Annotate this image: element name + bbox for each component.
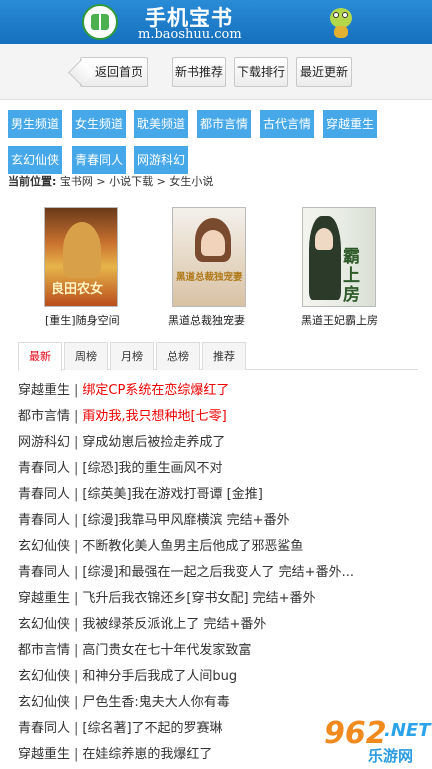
list-item-title[interactable]: [综漫]和最强在一起之后我变人了 完结+番外... [82,565,354,580]
list-item-separator: | [74,565,79,580]
tab-latest[interactable]: 最新 [18,342,62,371]
recent-updates-button[interactable]: 最近更新 [296,57,352,87]
list-item-title[interactable]: 高门贵女在七十年代发家致富 [82,643,251,658]
list-item[interactable]: 玄幻仙侠 | 不断教化美人鱼男主后他成了邪恶鲨鱼 [18,534,428,560]
ranking-tabs: 最新 周榜 月榜 总榜 推荐 [18,342,418,371]
breadcrumb: 当前位置: 宝书网 > 小说下载 > 女生小说 [8,173,213,189]
list-item-separator: | [74,695,79,710]
list-item[interactable]: 青春同人 | [综恐]我的重生画风不对 [18,456,428,482]
category-scifi[interactable]: 网游科幻 [134,146,188,174]
category-urban[interactable]: 都市言情 [197,110,251,138]
category-danmei[interactable]: 耽美频道 [134,110,188,138]
list-item-separator: | [74,461,79,476]
tab-monthly[interactable]: 月榜 [110,342,154,370]
list-item-separator: | [74,669,79,684]
list-item-separator: | [74,721,79,736]
book-title-2[interactable]: 黑道总裁独宠妻 [168,312,245,328]
new-books-button[interactable]: 新书推荐 [172,57,226,87]
tab-recommended[interactable]: 推荐 [202,342,246,370]
site-watermark-logo: 962 .NET 乐游网 [324,716,431,765]
book-cover-2[interactable]: 黑道总裁独宠妻 [172,207,246,307]
list-item-title[interactable]: [综英美]我在游戏打哥谭 [金推] [82,487,262,502]
list-item-category[interactable]: 玄幻仙侠 [18,669,70,684]
category-female[interactable]: 女生频道 [72,110,126,138]
list-item[interactable]: 青春同人 | [综漫]和最强在一起之后我变人了 完结+番外... [18,560,428,586]
list-item[interactable]: 网游科幻 | 穿成幼崽后被捡走养成了 [18,430,428,456]
list-item-category[interactable]: 玄幻仙侠 [18,617,70,632]
list-item-category[interactable]: 网游科幻 [18,435,70,450]
top-nav: 返回首页 新书推荐 下载排行 最近更新 [0,44,432,100]
book-title-1[interactable]: [重生]随身空间 [45,312,120,328]
list-item[interactable]: 玄幻仙侠 | 尸色生香:鬼夫大人你有毒 [18,690,428,716]
frog-mascot-icon [328,2,354,40]
list-item-category[interactable]: 青春同人 [18,487,70,502]
list-item-separator: | [74,591,79,606]
list-item-title[interactable]: [综漫]我靠马甲风靡横滨 完结+番外 [82,513,289,528]
book-cover-3[interactable]: 霸上房 [302,207,376,307]
list-item[interactable]: 都市言情 | 高门贵女在七十年代发家致富 [18,638,428,664]
list-item-title[interactable]: 和神分手后我成了人间bug [82,669,237,684]
site-url: m.baoshuu.com [138,27,242,42]
list-item-separator: | [74,383,79,398]
category-male[interactable]: 男生频道 [8,110,62,138]
list-item-category[interactable]: 穿越重生 [18,747,70,762]
list-item-separator: | [74,617,79,632]
list-item-category[interactable]: 都市言情 [18,643,70,658]
list-item-title[interactable]: 不断教化美人鱼男主后他成了邪恶鲨鱼 [82,539,303,554]
list-item[interactable]: 青春同人 | [综英美]我在游戏打哥谭 [金推] [18,482,428,508]
list-item-category[interactable]: 青春同人 [18,565,70,580]
book-cover-1[interactable]: 良田农女 [44,207,118,307]
book-logo-icon[interactable] [82,4,118,40]
list-item-title[interactable]: 绑定CP系统在恋综爆红了 [82,383,229,398]
list-item-separator: | [74,435,79,450]
category-time-travel[interactable]: 穿越重生 [323,110,377,138]
tab-weekly[interactable]: 周榜 [64,342,108,370]
list-item[interactable]: 青春同人 | [综漫]我靠马甲风靡横滨 完结+番外 [18,508,428,534]
list-item-separator: | [74,643,79,658]
list-item-title[interactable]: 穿成幼崽后被捡走养成了 [82,435,225,450]
list-item-separator: | [74,487,79,502]
list-item-category[interactable]: 玄幻仙侠 [18,695,70,710]
list-item-category[interactable]: 青春同人 [18,461,70,476]
tab-total[interactable]: 总榜 [156,342,200,370]
list-item-category[interactable]: 穿越重生 [18,383,70,398]
list-item-category[interactable]: 青春同人 [18,721,70,736]
breadcrumb-path[interactable]: 宝书网 > 小说下载 > 女生小说 [60,175,213,188]
breadcrumb-label: 当前位置: [8,175,57,188]
list-item-separator: | [74,513,79,528]
list-item-separator: | [74,409,79,424]
list-item[interactable]: 穿越重生 | 绑定CP系统在恋综爆红了 [18,378,428,404]
list-item[interactable]: 穿越重生 | 飞升后我衣锦还乡[穿书女配] 完结+番外 [18,586,428,612]
list-item-title[interactable]: 尸色生香:鬼夫大人你有毒 [82,695,229,710]
list-item-separator: | [74,747,79,762]
list-item-category[interactable]: 青春同人 [18,513,70,528]
list-item-category[interactable]: 穿越重生 [18,591,70,606]
site-header: 手机宝书 m.baoshuu.com [0,0,432,44]
back-home-button[interactable]: 返回首页 [80,57,148,87]
list-item-category[interactable]: 玄幻仙侠 [18,539,70,554]
list-item-title[interactable]: 甭劝我,我只想种地[七零] [82,409,226,424]
list-item-title[interactable]: 飞升后我衣锦还乡[穿书女配] 完结+番外 [82,591,315,606]
category-fantasy[interactable]: 玄幻仙侠 [8,146,62,174]
category-fanfic[interactable]: 青春同人 [72,146,126,174]
list-item-category[interactable]: 都市言情 [18,409,70,424]
list-item[interactable]: 都市言情 | 甭劝我,我只想种地[七零] [18,404,428,430]
list-item-separator: | [74,539,79,554]
list-item-title[interactable]: 在娃综养崽的我爆红了 [82,747,212,762]
list-item-title[interactable]: 我被绿茶反派讹上了 完结+番外 [82,617,266,632]
list-item-title[interactable]: [综名著]了不起的罗赛琳 [82,721,222,736]
list-item[interactable]: 玄幻仙侠 | 我被绿茶反派讹上了 完结+番外 [18,612,428,638]
list-item[interactable]: 玄幻仙侠 | 和神分手后我成了人间bug [18,664,428,690]
book-list: 穿越重生 | 绑定CP系统在恋综爆红了 都市言情 | 甭劝我,我只想种地[七零] 网游科幻 |… [18,378,428,768]
download-ranking-button[interactable]: 下载排行 [234,57,288,87]
category-ancient[interactable]: 古代言情 [260,110,314,138]
category-grid: 男生频道 女生频道 耽美频道 都市言情 古代言情 穿越重生 玄幻仙侠 青春同人 … [0,100,432,174]
book-title-3[interactable]: 黑道王妃霸上房 [301,312,378,328]
list-item-title[interactable]: [综恐]我的重生画风不对 [82,461,222,476]
